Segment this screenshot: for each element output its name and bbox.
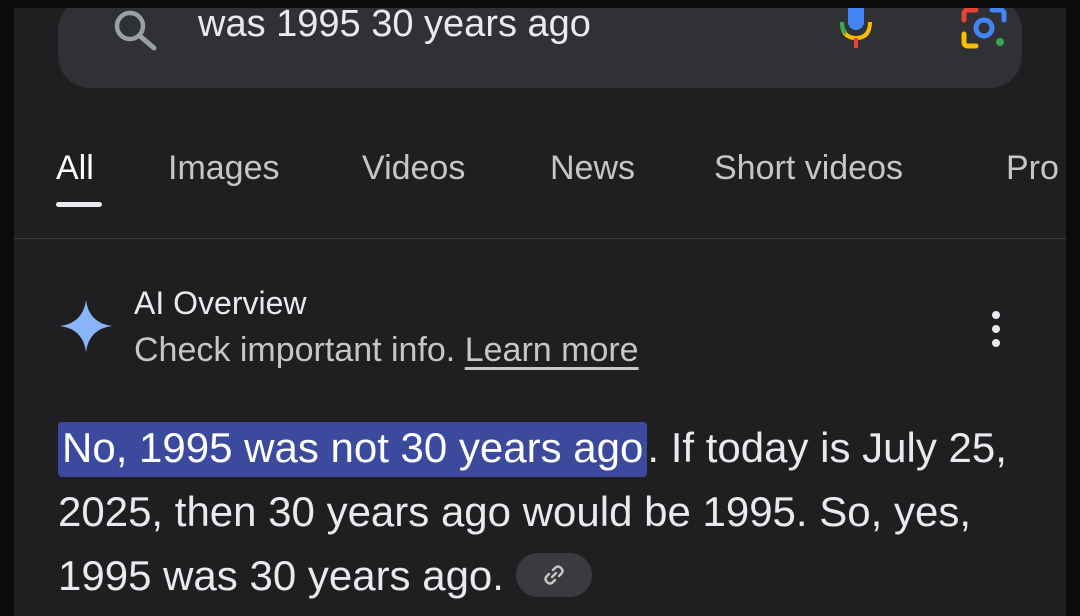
source-link-button[interactable]	[515, 552, 592, 597]
tab-short-videos[interactable]: Short videos	[714, 148, 903, 188]
learn-more-link[interactable]: Learn more	[465, 331, 639, 369]
divider	[14, 238, 1066, 239]
answer-highlight: No, 1995 was not 30 years ago	[58, 422, 648, 477]
ai-overview-notice: Check important info.	[134, 331, 456, 369]
ai-overview-subtitle: Check important info. Learn more	[134, 330, 639, 370]
tab-images[interactable]: Images	[168, 148, 280, 188]
tab-videos[interactable]: Videos	[362, 148, 465, 188]
screen: was 1995 30 years ago All Images Videos …	[14, 8, 1066, 616]
mic-icon[interactable]	[838, 8, 874, 52]
ai-sparkle-icon	[60, 300, 112, 352]
tab-news[interactable]: News	[550, 148, 635, 188]
tab-all[interactable]: All	[56, 148, 94, 188]
link-icon	[544, 565, 564, 585]
lens-icon[interactable]	[960, 8, 1008, 50]
search-query-input[interactable]: was 1995 30 years ago	[198, 8, 591, 46]
search-icon[interactable]	[110, 8, 160, 54]
active-tab-indicator	[56, 202, 102, 207]
tab-pro[interactable]: Pro	[1006, 148, 1059, 188]
ai-overview-title: AI Overview	[134, 285, 307, 321]
more-vert-icon[interactable]	[986, 308, 1006, 350]
search-bar[interactable]: was 1995 30 years ago	[58, 8, 1022, 88]
search-tabs: All Images Videos News Short videos Pro	[14, 142, 1066, 232]
ai-overview-answer: No, 1995 was not 30 years ago. If today …	[58, 416, 1048, 608]
